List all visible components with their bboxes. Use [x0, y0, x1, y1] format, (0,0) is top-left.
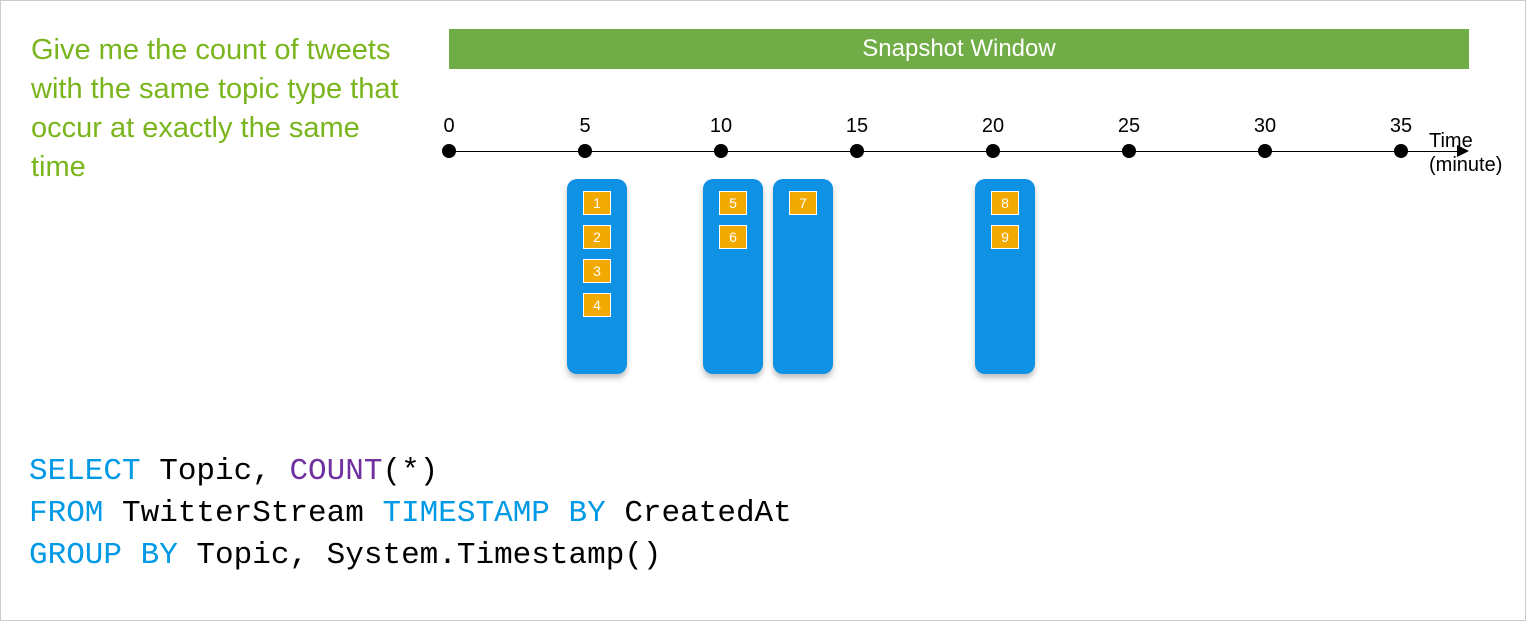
axis-label-line2: (minute): [1429, 154, 1502, 176]
snapshot-window: 56: [703, 179, 763, 374]
event-box: 5: [719, 191, 747, 215]
sql-count: COUNT: [289, 454, 382, 489]
snapshot-window: 89: [975, 179, 1035, 374]
sql-star: (*): [382, 454, 438, 489]
timeline: Time (minute) 05101520253035: [449, 111, 1499, 171]
sql-from: FROM: [29, 496, 103, 531]
tick-label: 35: [1390, 115, 1412, 138]
snapshot-banner: Snapshot Window: [449, 29, 1469, 69]
tick-dot: [1258, 144, 1272, 158]
sql-topic: Topic,: [141, 454, 290, 489]
tick-dot: [1394, 144, 1408, 158]
snapshot-window: 7: [773, 179, 833, 374]
description-text: Give me the count of tweets with the sam…: [31, 31, 401, 188]
tick-dot: [442, 144, 456, 158]
windows-container: 123456789: [449, 179, 1499, 379]
axis-line: [449, 151, 1459, 152]
event-box: 8: [991, 191, 1019, 215]
sql-tsby: TIMESTAMP BY: [382, 496, 605, 531]
tick-label: 5: [579, 115, 590, 138]
event-box: 2: [583, 225, 611, 249]
tick-dot: [850, 144, 864, 158]
sql-select: SELECT: [29, 454, 141, 489]
event-box: 6: [719, 225, 747, 249]
axis-label: Time (minute): [1429, 129, 1502, 177]
sql-created: CreatedAt: [606, 496, 792, 531]
sql-tail: Topic, System.Timestamp(): [178, 538, 662, 573]
event-box: 9: [991, 225, 1019, 249]
sql-stream: TwitterStream: [103, 496, 382, 531]
event-box: 1: [583, 191, 611, 215]
event-box: 4: [583, 293, 611, 317]
tick-dot: [1122, 144, 1136, 158]
tick-dot: [714, 144, 728, 158]
sql-groupby: GROUP BY: [29, 538, 178, 573]
tick-label: 30: [1254, 115, 1276, 138]
event-box: 3: [583, 259, 611, 283]
axis-label-line1: Time: [1429, 130, 1473, 152]
tick-label: 0: [443, 115, 454, 138]
event-box: 7: [789, 191, 817, 215]
snapshot-window: 1 2 3 4: [567, 179, 627, 374]
sql-query: SELECT Topic, COUNT(*) FROM TwitterStrea…: [29, 451, 792, 577]
tick-dot: [986, 144, 1000, 158]
tick-dot: [578, 144, 592, 158]
tick-label: 10: [710, 115, 732, 138]
tick-label: 15: [846, 115, 868, 138]
tick-label: 25: [1118, 115, 1140, 138]
tick-label: 20: [982, 115, 1004, 138]
